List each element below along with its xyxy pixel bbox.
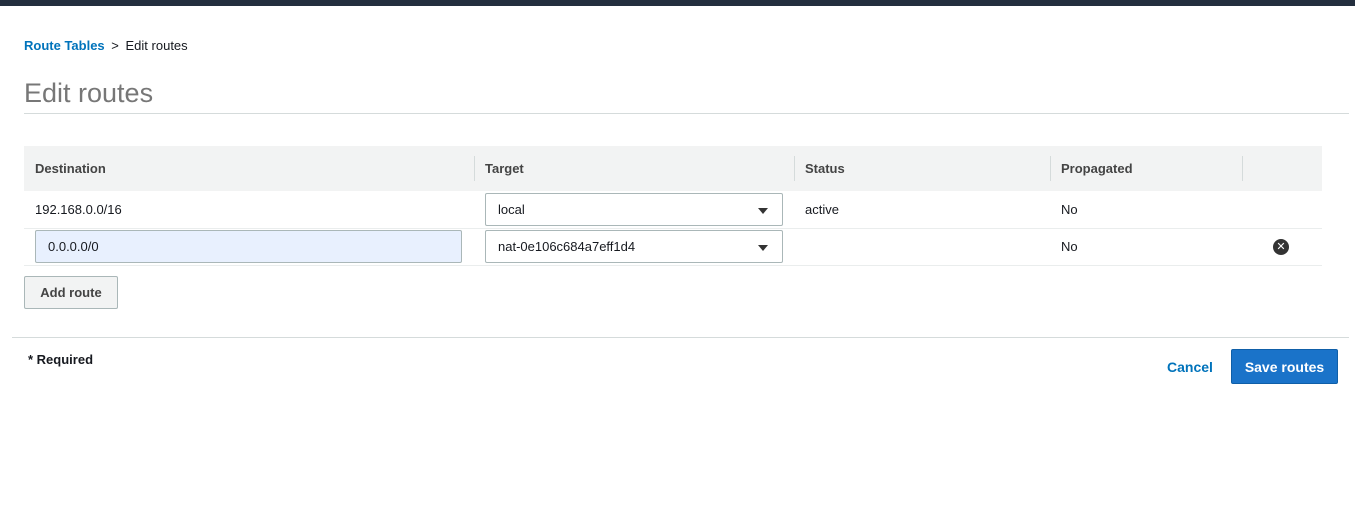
top-nav-bar [0,0,1355,6]
table-header-row: Destination Target Status Propagated [24,146,1322,191]
header-target: Target [474,146,794,191]
table-row: 192.168.0.0/16 local active No [24,191,1322,228]
header-destination: Destination [35,161,106,176]
target-cell: local [474,191,794,228]
target-select[interactable]: nat-0e106c684a7eff1d4 [485,230,783,263]
breadcrumb-route-tables-link[interactable]: Route Tables [24,38,105,53]
target-select[interactable]: local [485,192,783,226]
save-routes-button[interactable]: Save routes [1231,349,1338,384]
target-select-value: nat-0e106c684a7eff1d4 [498,239,636,254]
cancel-button[interactable]: Cancel [1167,359,1213,375]
caret-down-icon [758,207,768,214]
destination-cell: 192.168.0.0/16 [35,201,122,217]
target-select-value: local [498,201,525,217]
header-propagated: Propagated [1050,146,1242,191]
action-cell [1242,191,1322,228]
status-cell: active [805,201,839,217]
breadcrumb: Route Tables > Edit routes [24,38,188,53]
required-note: * Required [28,352,94,367]
propagated-cell: No [1061,239,1078,254]
table-row: nat-0e106c684a7eff1d4 No ✕ [24,228,1322,265]
page-title: Edit routes [24,78,154,108]
remove-circle-icon[interactable]: ✕ [1273,239,1289,255]
header-actions [1242,146,1322,191]
caret-down-icon [758,245,768,251]
destination-cell [24,228,474,265]
title-divider [24,113,1349,114]
add-route-button[interactable]: Add route [24,276,118,309]
header-status: Status [794,146,1050,191]
footer-divider [12,337,1349,338]
breadcrumb-separator: > [111,38,119,53]
status-cell [794,228,1050,265]
propagated-cell: No [1061,201,1078,217]
action-cell: ✕ [1242,228,1322,265]
breadcrumb-current: Edit routes [125,38,188,53]
destination-input[interactable] [35,230,462,263]
routes-table: Destination Target Status Propagated 192… [24,146,1322,266]
target-cell: nat-0e106c684a7eff1d4 [474,228,794,265]
